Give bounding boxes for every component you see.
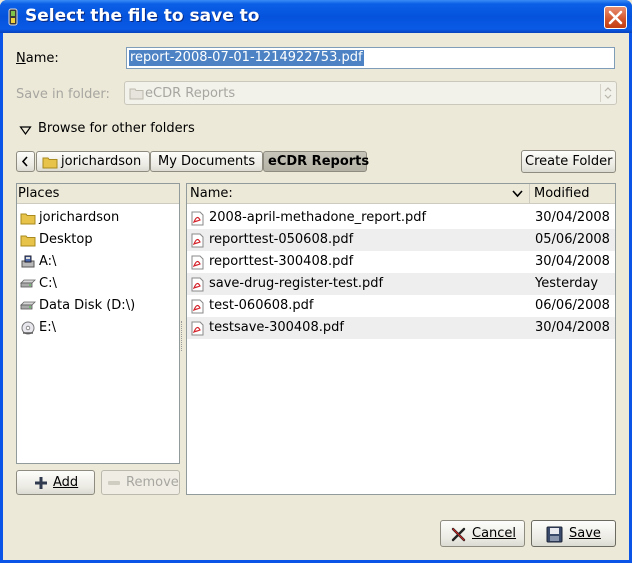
folder-icon (129, 88, 144, 100)
remove-label: Remove (126, 475, 179, 490)
file-name: 2008-april-methadone_report.pdf (209, 210, 427, 225)
close-button[interactable] (604, 6, 627, 29)
save-in-folder-label: Save in folder: (16, 87, 110, 102)
place-label: C:\ (39, 276, 57, 291)
crumb-label: jorichardson (61, 154, 142, 169)
file-row[interactable]: reporttest-050608.pdf 05/06/2008 (187, 229, 615, 251)
place-item-c-drive[interactable]: C:\ (17, 273, 179, 295)
file-name: save-drug-register-test.pdf (209, 276, 384, 291)
path-back-button[interactable] (16, 151, 35, 172)
places-pane: Places jorichardson Desktop A:\ C:\ Data… (16, 183, 180, 464)
file-modified: Yesterday (535, 276, 599, 291)
cd-drive-icon (21, 321, 35, 335)
floppy-save-icon (546, 526, 563, 543)
create-folder-label: Create Folder (525, 154, 613, 169)
add-label: Add (53, 475, 79, 490)
crumb-label: My Documents (158, 154, 256, 169)
place-label: E:\ (39, 320, 56, 335)
browse-label: Browse for other folders (38, 121, 195, 136)
hard-drive-icon (20, 301, 36, 310)
place-item-desktop[interactable]: Desktop (17, 229, 179, 251)
crumb-my-documents[interactable]: My Documents (150, 151, 263, 172)
minus-icon (108, 481, 120, 485)
folder-icon (20, 235, 36, 247)
create-folder-button[interactable]: Create Folder (521, 150, 616, 173)
add-place-button[interactable]: Add (16, 470, 95, 495)
place-item-e-drive[interactable]: E:\ (17, 317, 179, 339)
place-item-jorichardson[interactable]: jorichardson (17, 207, 179, 229)
save-in-folder-value: eCDR Reports (145, 86, 236, 101)
places-header[interactable]: Places (17, 184, 179, 204)
file-modified: 30/04/2008 (535, 320, 610, 335)
window-title: Select the file to save to (25, 6, 260, 26)
crumb-jorichardson[interactable]: jorichardson (36, 151, 150, 172)
place-label: A:\ (39, 254, 57, 269)
places-header-label: Places (18, 186, 60, 201)
place-item-a-drive[interactable]: A:\ (17, 251, 179, 273)
place-label: jorichardson (39, 210, 120, 225)
files-pane: Name: Modified 2008-april-methadone_repo… (186, 183, 616, 495)
place-label: Desktop (39, 232, 93, 247)
title-bar[interactable]: Select the file to save to (0, 0, 632, 33)
crumb-label: eCDR Reports (268, 154, 370, 169)
triangle-down-icon (19, 126, 32, 136)
file-modified: 05/06/2008 (535, 232, 610, 247)
dialog-body: Name: report-2008-07-01-1214922753.pdf S… (3, 33, 629, 560)
file-row[interactable]: save-drug-register-test.pdf Yesterday (187, 273, 615, 295)
folder-icon (42, 157, 58, 169)
file-save-dialog: Select the file to save to Name: report-… (0, 0, 632, 563)
pdf-file-icon (191, 299, 204, 314)
cancel-x-icon (451, 527, 466, 542)
sort-chevron-down-icon (512, 190, 523, 198)
pdf-file-icon (191, 321, 204, 336)
file-row[interactable]: reporttest-300408.pdf 30/04/2008 (187, 251, 615, 273)
name-label: Name: (16, 51, 59, 66)
file-name: reporttest-300408.pdf (209, 254, 354, 269)
pane-resize-handle[interactable] (181, 321, 184, 351)
close-icon (608, 10, 623, 25)
file-row[interactable]: testsave-300408.pdf 30/04/2008 (187, 317, 615, 339)
column-modified-label: Modified (534, 186, 590, 201)
column-header-name[interactable]: Name: (187, 184, 530, 204)
place-label: Data Disk (D:\) (39, 298, 136, 313)
pdf-file-icon (191, 233, 204, 248)
save-in-folder-combo[interactable]: eCDR Reports (124, 81, 617, 105)
file-name: reporttest-050608.pdf (209, 232, 354, 247)
file-modified: 06/06/2008 (535, 298, 610, 313)
column-name-label: Name: (190, 186, 233, 201)
column-header-modified[interactable]: Modified (530, 184, 615, 204)
file-row[interactable]: 2008-april-methadone_report.pdf 30/04/20… (187, 207, 615, 229)
file-name: test-060608.pdf (209, 298, 314, 313)
up-down-arrows-icon (604, 87, 612, 99)
save-button[interactable]: Save (531, 520, 616, 547)
file-modified: 30/04/2008 (535, 210, 610, 225)
filename-value: report-2008-07-01-1214922753.pdf (129, 50, 364, 66)
save-label: Save (569, 526, 601, 541)
app-icon (8, 8, 18, 26)
floppy-drive-icon (21, 255, 35, 268)
combo-arrow[interactable] (600, 84, 614, 102)
pdf-file-icon (191, 277, 204, 292)
file-row[interactable]: test-060608.pdf 06/06/2008 (187, 295, 615, 317)
hard-drive-icon (20, 279, 36, 288)
place-item-data-disk[interactable]: Data Disk (D:\) (17, 295, 179, 317)
file-name: testsave-300408.pdf (209, 320, 344, 335)
chevron-left-icon (21, 156, 28, 167)
cancel-label: Cancel (472, 526, 517, 541)
plus-icon (35, 477, 47, 489)
file-modified: 30/04/2008 (535, 254, 610, 269)
remove-place-button[interactable]: Remove (101, 470, 180, 495)
crumb-ecdr-reports[interactable]: eCDR Reports (263, 151, 370, 172)
cancel-button[interactable]: Cancel (440, 520, 525, 547)
filename-input[interactable]: report-2008-07-01-1214922753.pdf (126, 47, 615, 69)
pdf-file-icon (191, 255, 204, 270)
name-label-rest: ame: (25, 51, 59, 66)
pdf-file-icon (191, 211, 204, 226)
folder-icon (20, 213, 36, 225)
